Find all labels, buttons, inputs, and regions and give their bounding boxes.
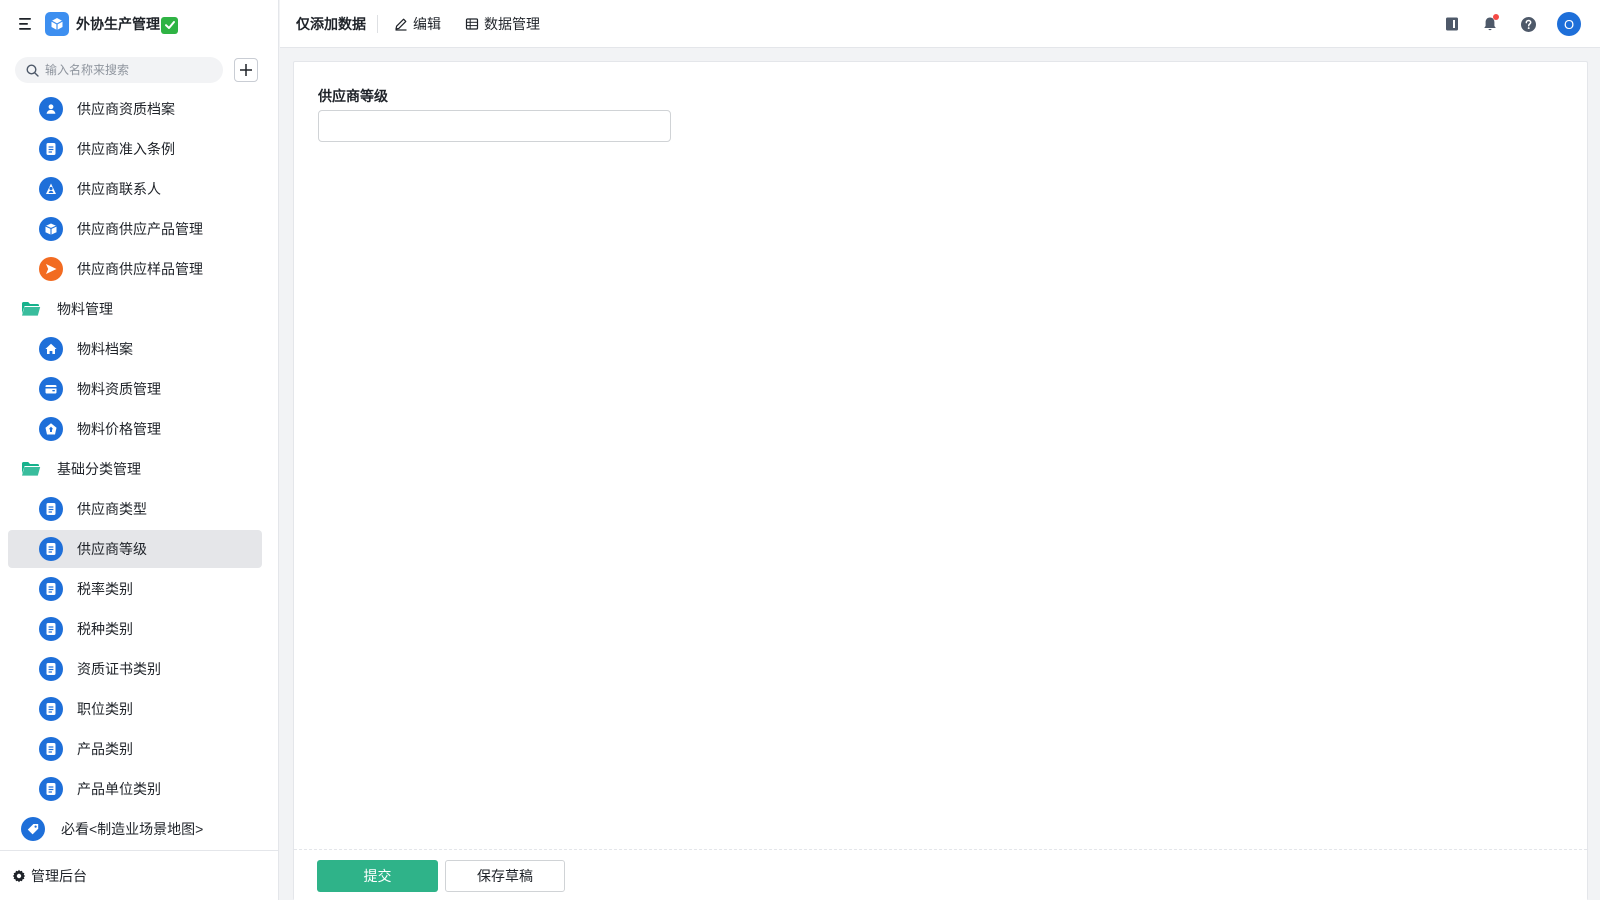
sidebar-item-label: 必看<制造业场景地图> [61, 821, 204, 837]
sidebar-item-label: 物料档案 [77, 341, 133, 357]
sidebar-item-label: 职位类别 [77, 701, 133, 717]
sidebar-item-label: 供应商准入条例 [77, 141, 175, 157]
sidebar-item-label: 物料价格管理 [77, 421, 161, 437]
sidebar-item-9[interactable]: 物料价格管理 [0, 409, 278, 449]
sidebar-item-7[interactable]: 物料档案 [0, 329, 278, 369]
document-icon [39, 577, 63, 601]
sidebar-item-label: 税率类别 [77, 581, 133, 597]
sidebar-item-6[interactable]: 物料管理 [0, 289, 278, 329]
sidebar-item-5[interactable]: 供应商供应样品管理 [0, 249, 278, 289]
sidebar-item-15[interactable]: 资质证书类别 [0, 649, 278, 689]
sidebar-item-4[interactable]: 供应商供应产品管理 [0, 209, 278, 249]
submit-button[interactable]: 提交 [317, 860, 438, 892]
supplier-level-input[interactable] [318, 110, 671, 142]
top-bar: 仅添加数据 编辑 数据管理 O [280, 0, 1600, 48]
sidebar-item-label: 供应商等级 [77, 541, 147, 557]
notification-dot [1493, 14, 1499, 20]
check-mark-icon [161, 16, 178, 34]
toolbar-divider [377, 14, 378, 33]
add-button[interactable] [234, 58, 258, 82]
sidebar-item-label: 物料资质管理 [77, 381, 161, 397]
bell-icon[interactable] [1479, 13, 1501, 35]
admin-console-link[interactable]: 管理后台 [0, 850, 278, 900]
search-icon [26, 63, 39, 77]
data-manage-label: 数据管理 [484, 15, 540, 32]
edit-button[interactable]: 编辑 [394, 14, 441, 34]
document-icon [39, 777, 63, 801]
admin-console-label: 管理后台 [31, 867, 87, 884]
folder-icon [21, 301, 41, 317]
search-input[interactable] [45, 63, 205, 77]
app-logo-icon [45, 12, 69, 36]
page-title: 仅添加数据 [296, 15, 366, 32]
sidebar-item-label: 供应商供应样品管理 [77, 261, 203, 277]
sidebar-search [15, 57, 223, 83]
app-title-text: 外协生产管理 [76, 16, 160, 32]
sidebar-item-label: 物料管理 [57, 301, 113, 317]
help-icon[interactable] [1517, 13, 1539, 35]
sidebar-item-10[interactable]: 基础分类管理 [0, 449, 278, 489]
user-avatar[interactable]: O [1557, 12, 1581, 36]
sidebar-item-13[interactable]: 税率类别 [0, 569, 278, 609]
sidebar-item-19[interactable]: 必看<制造业场景地图> [0, 809, 278, 849]
document-icon [39, 537, 63, 561]
price-tag-icon [39, 417, 63, 441]
contact-icon [39, 177, 63, 201]
sidebar-item-12[interactable]: 供应商等级 [0, 529, 278, 569]
send-icon [39, 257, 63, 281]
sidebar-item-2[interactable]: 供应商准入条例 [0, 129, 278, 169]
sidebar-item-label: 资质证书类别 [77, 661, 161, 677]
sidebar-item-14[interactable]: 税种类别 [0, 609, 278, 649]
form-footer: 提交 保存草稿 [294, 849, 1587, 900]
sidebar-item-label: 供应商资质档案 [77, 101, 175, 117]
document-icon [39, 697, 63, 721]
pencil-icon [395, 18, 407, 31]
sidebar-search-row [0, 48, 278, 92]
sidebar-item-label: 供应商供应产品管理 [77, 221, 203, 237]
avatar-initial: O [1563, 16, 1575, 32]
sidebar: 外协生产管理 供应商资质档案供应商准入条例供应商联系人供应商供应产品管理供应商供… [0, 0, 279, 900]
sidebar-nav: 供应商资质档案 供应商准入条例 供应商联系人 供应商供应产品管理 供应商供应样品管理 物料… [0, 89, 278, 849]
sidebar-item-label: 供应商类型 [77, 501, 147, 517]
plus-icon [240, 64, 252, 76]
box-icon [39, 217, 63, 241]
notebook-icon[interactable] [1441, 13, 1463, 35]
sidebar-item-label: 基础分类管理 [57, 461, 141, 477]
sidebar-item-8[interactable]: 物料资质管理 [0, 369, 278, 409]
user-card-icon [39, 97, 63, 121]
sidebar-item-18[interactable]: 产品单位类别 [0, 769, 278, 809]
sidebar-item-11[interactable]: 供应商类型 [0, 489, 278, 529]
sidebar-item-label: 产品类别 [77, 741, 133, 757]
sidebar-item-16[interactable]: 职位类别 [0, 689, 278, 729]
gear-icon [12, 869, 26, 882]
table-icon [465, 17, 479, 30]
document-icon [39, 617, 63, 641]
sidebar-header: 外协生产管理 [0, 0, 278, 48]
sidebar-item-label: 产品单位类别 [77, 781, 161, 797]
sidebar-item-label: 供应商联系人 [77, 181, 161, 197]
document-icon [39, 497, 63, 521]
app-title: 外协生产管理 [76, 14, 178, 34]
document-icon [39, 137, 63, 161]
sidebar-item-17[interactable]: 产品类别 [0, 729, 278, 769]
data-manage-button[interactable]: 数据管理 [465, 14, 540, 34]
document-icon [39, 657, 63, 681]
folder-icon [21, 461, 41, 477]
sidebar-item-label: 税种类别 [77, 621, 133, 637]
save-draft-button[interactable]: 保存草稿 [445, 860, 565, 892]
top-bar-actions: O [1441, 0, 1600, 48]
document-icon [39, 737, 63, 761]
form-panel: 供应商等级 提交 保存草稿 [293, 61, 1588, 900]
map-tag-icon [21, 817, 45, 841]
sidebar-item-3[interactable]: 供应商联系人 [0, 169, 278, 209]
wallet-icon [39, 377, 63, 401]
supplier-level-label: 供应商等级 [318, 88, 388, 104]
menu-toggle-icon[interactable] [16, 14, 36, 34]
home-icon [39, 337, 63, 361]
sidebar-item-1[interactable]: 供应商资质档案 [0, 89, 278, 129]
edit-label: 编辑 [413, 15, 441, 32]
